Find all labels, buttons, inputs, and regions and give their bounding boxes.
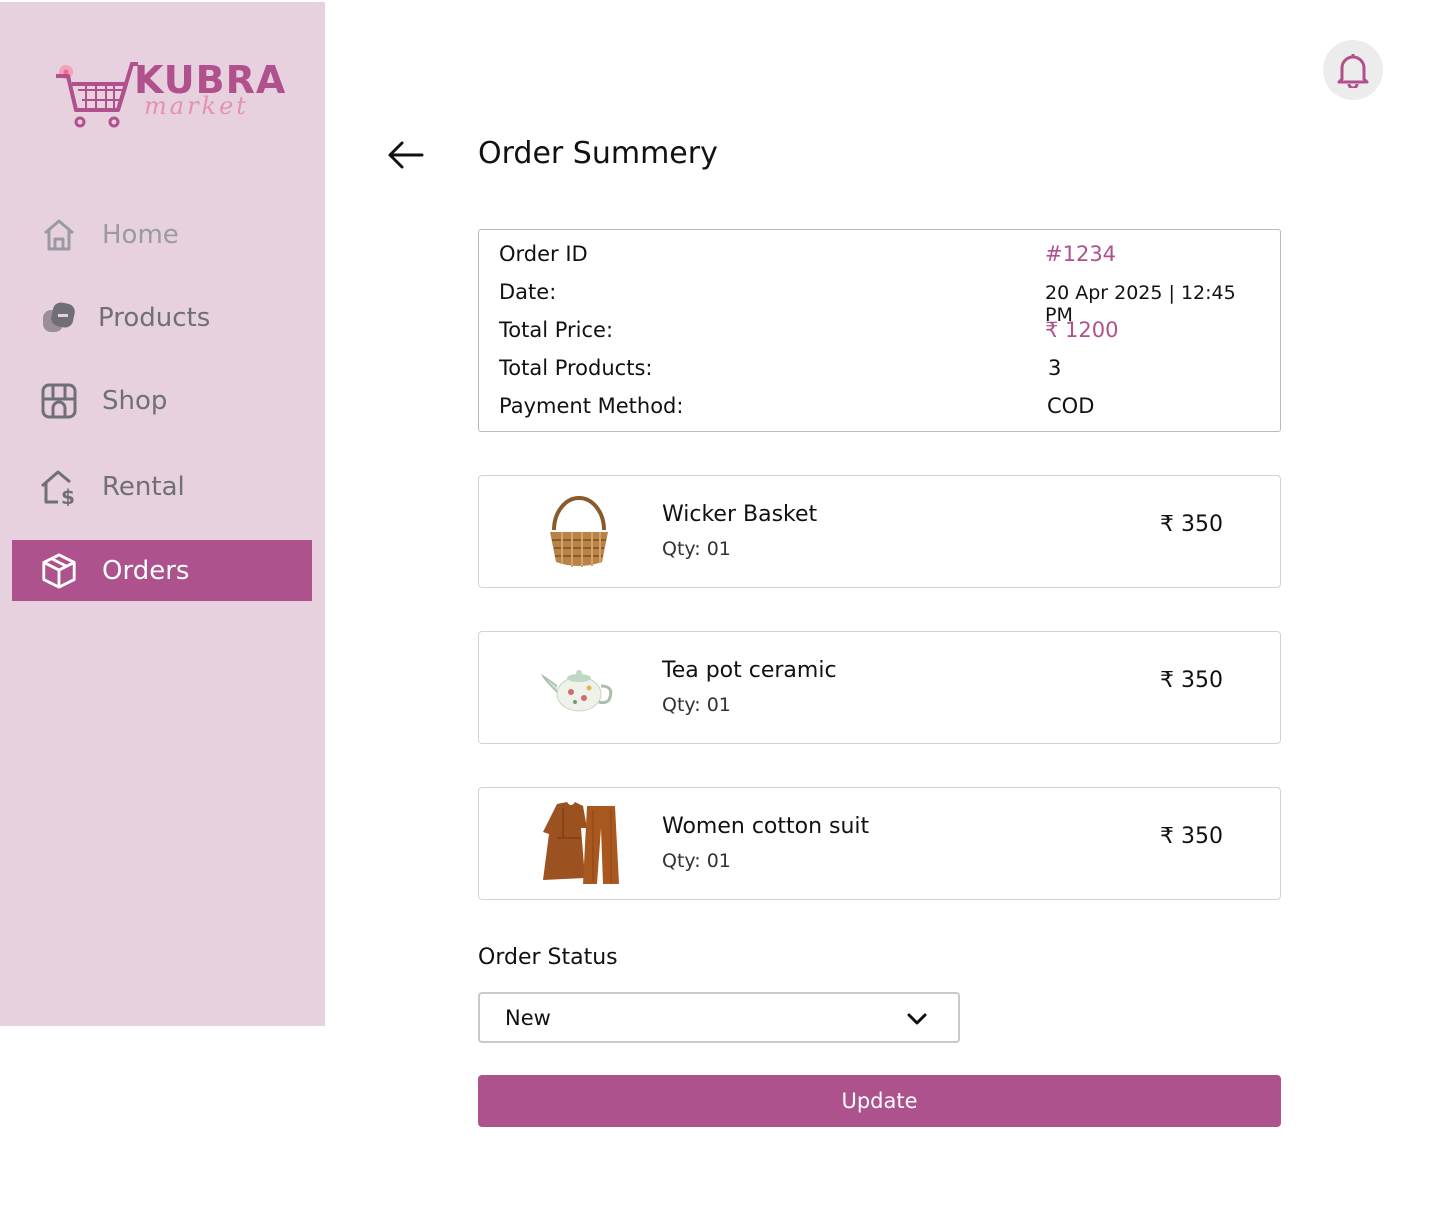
sidebar-item-products[interactable]: Products xyxy=(12,287,312,348)
product-name: Wicker Basket xyxy=(662,502,818,527)
summary-value: #1234 xyxy=(1045,242,1117,266)
notification-button[interactable] xyxy=(1323,40,1383,100)
product-name: Tea pot ceramic xyxy=(662,658,837,683)
sidebar-item-label: Shop xyxy=(102,385,168,416)
summary-value: ₹ 1200 xyxy=(1045,318,1119,342)
product-price: ₹ 350 xyxy=(1160,668,1223,693)
sidebar-item-rental[interactable]: $ Rental xyxy=(12,456,312,517)
arrow-left-icon xyxy=(388,141,424,169)
page-title: Order Summery xyxy=(478,136,718,171)
sidebar-item-shop[interactable]: Shop xyxy=(12,370,312,431)
product-price: ₹ 350 xyxy=(1160,824,1223,849)
update-button[interactable]: Update xyxy=(478,1075,1281,1127)
summary-key: Payment Method: xyxy=(499,394,684,418)
sidebar-item-label: Rental xyxy=(102,471,185,502)
sidebar-item-orders[interactable]: Orders xyxy=(12,540,312,601)
product-qty: Qty: 01 xyxy=(662,850,731,872)
order-item-card[interactable]: Wicker Basket Qty: 01 ₹ 350 xyxy=(478,475,1281,588)
order-status-label: Order Status xyxy=(478,945,618,970)
home-icon xyxy=(40,216,78,254)
summary-key: Date: xyxy=(499,280,557,304)
svg-text:$: $ xyxy=(61,485,75,506)
brand-logo[interactable]: KUBRA market xyxy=(52,54,285,134)
summary-row-total-price: Total Price: ₹ 1200 xyxy=(499,318,1259,348)
summary-row-date: Date: 20 Apr 2025 | 12:45 PM xyxy=(499,280,1259,326)
chevron-down-icon xyxy=(906,1009,928,1029)
bell-icon xyxy=(1337,54,1369,88)
brand-tagline: market xyxy=(144,92,249,120)
sidebar-item-label: Orders xyxy=(102,555,190,586)
summary-row-order-id: Order ID #1234 xyxy=(499,242,1259,272)
products-icon xyxy=(40,299,78,337)
summary-value: COD xyxy=(1047,394,1095,418)
sidebar: KUBRA market Home Products Shop $ Rental… xyxy=(0,2,325,1026)
summary-row-payment-method: Payment Method: COD xyxy=(499,394,1259,424)
shop-icon xyxy=(40,382,78,420)
box-icon xyxy=(40,552,78,590)
product-name: Women cotton suit xyxy=(662,814,870,839)
tea-pot-image xyxy=(531,644,627,732)
summary-row-total-products: Total Products: 3 xyxy=(499,356,1259,386)
cart-logo-icon xyxy=(56,62,138,128)
summary-value: 3 xyxy=(1048,356,1062,380)
order-summary-box: Order ID #1234 Date: 20 Apr 2025 | 12:45… xyxy=(478,229,1281,432)
summary-key: Total Products: xyxy=(499,356,653,380)
order-item-card[interactable]: Tea pot ceramic Qty: 01 ₹ 350 xyxy=(478,631,1281,744)
product-price: ₹ 350 xyxy=(1160,512,1223,537)
cotton-suit-image xyxy=(531,800,627,888)
order-item-card[interactable]: Women cotton suit Qty: 01 ₹ 350 xyxy=(478,787,1281,900)
wicker-basket-image xyxy=(531,488,627,576)
sidebar-item-home[interactable]: Home xyxy=(12,204,312,265)
sidebar-item-label: Home xyxy=(102,219,179,250)
product-qty: Qty: 01 xyxy=(662,694,731,716)
order-status-value: New xyxy=(505,1006,551,1030)
back-button[interactable] xyxy=(386,138,426,172)
rental-icon: $ xyxy=(40,468,78,506)
order-status-select[interactable]: New xyxy=(478,992,960,1043)
sidebar-item-label: Products xyxy=(98,302,211,333)
summary-key: Total Price: xyxy=(499,318,614,342)
product-qty: Qty: 01 xyxy=(662,538,731,560)
summary-key: Order ID xyxy=(499,242,588,266)
